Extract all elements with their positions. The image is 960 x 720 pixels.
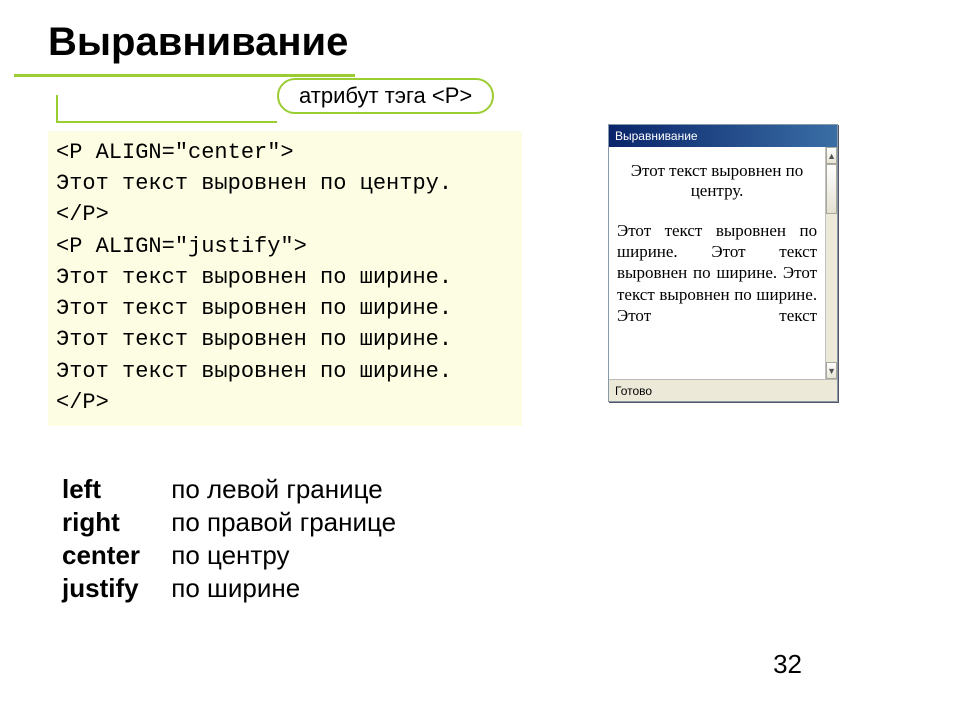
align-center-row: center по центру xyxy=(62,540,396,571)
code-sample: <P ALIGN="center"> Этот текст выровнен п… xyxy=(48,131,522,426)
align-right-row: right по правой границе xyxy=(62,507,396,538)
browser-title-text: Выравнивание xyxy=(615,129,698,143)
term-left: left xyxy=(62,474,164,505)
desc-right: по правой границе xyxy=(171,507,396,537)
callout-leader-line xyxy=(56,95,277,123)
callout-attribute-label: атрибут тэга <P> xyxy=(277,78,494,114)
preview-justified-text: Этот текст выровнен по ширине. Этот текс… xyxy=(617,220,817,326)
title-underline xyxy=(14,74,355,77)
browser-preview: Выравнивание Этот текст выровнен по цент… xyxy=(608,124,838,402)
scroll-thumb[interactable] xyxy=(826,164,837,214)
term-right: right xyxy=(62,507,164,538)
scroll-track xyxy=(826,214,837,362)
page-title: Выравнивание xyxy=(48,20,348,65)
preview-centered-text: Этот текст выровнен по центру. xyxy=(617,161,817,202)
desc-left: по левой границе xyxy=(171,474,382,504)
term-justify: justify xyxy=(62,573,164,604)
scroll-up-button[interactable]: ▲ xyxy=(826,147,837,164)
align-value-list: left по левой границе right по правой гр… xyxy=(62,474,396,606)
align-left-row: left по левой границе xyxy=(62,474,396,505)
align-justify-row: justify по ширине xyxy=(62,573,396,604)
scrollbar[interactable]: ▲ ▼ xyxy=(825,147,837,379)
desc-justify: по ширине xyxy=(171,573,300,603)
browser-status-text: Готово xyxy=(615,384,652,398)
page-number: 32 xyxy=(773,649,802,680)
browser-content: Этот текст выровнен по центру. Этот текс… xyxy=(609,147,825,379)
browser-statusbar: Готово xyxy=(609,379,837,401)
browser-titlebar: Выравнивание xyxy=(609,125,837,147)
desc-center: по центру xyxy=(171,540,289,570)
term-center: center xyxy=(62,540,164,571)
scroll-down-button[interactable]: ▼ xyxy=(826,362,837,379)
browser-body: Этот текст выровнен по центру. Этот текс… xyxy=(609,147,837,379)
